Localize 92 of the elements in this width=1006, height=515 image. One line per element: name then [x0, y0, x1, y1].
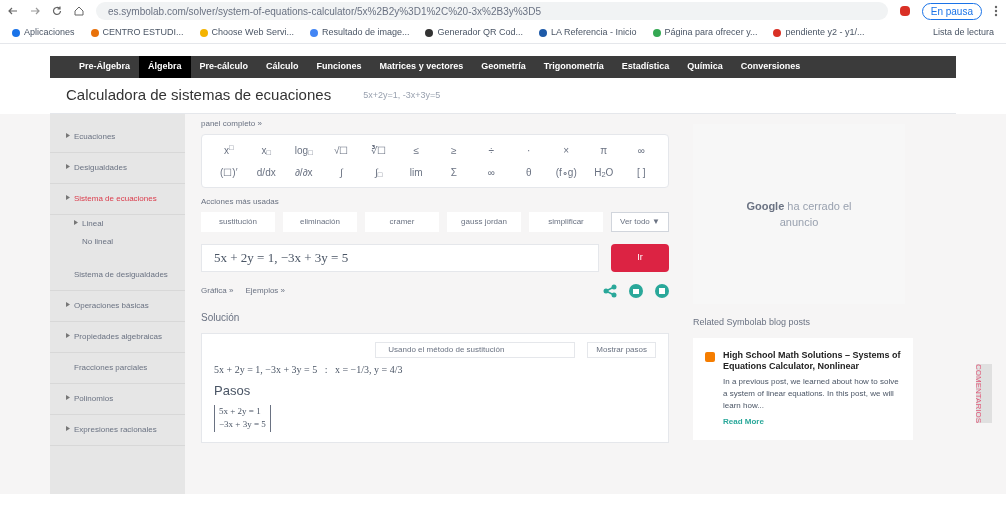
- keypad-key[interactable]: ∫$_{□}$: [360, 164, 398, 180]
- panel-link[interactable]: panel completo »: [201, 118, 669, 130]
- nav-tab[interactable]: Cálculo: [257, 56, 308, 78]
- keypad-key[interactable]: ∫: [322, 164, 360, 180]
- page-subtitle: 5x+2y=1, -3x+3y=5: [363, 88, 441, 102]
- action-button[interactable]: simplificar: [529, 212, 603, 232]
- keypad-key[interactable]: ∛☐: [360, 142, 398, 158]
- blog-icon: [705, 351, 715, 362]
- keypad-key[interactable]: (f∘g): [547, 164, 585, 180]
- dropdown[interactable]: Ver todo ▼: [611, 212, 669, 232]
- blog-title[interactable]: High School Math Solutions – Systems of Equations Calculator, Nonlinear: [723, 349, 901, 372]
- keypad-key[interactable]: Σ: [435, 164, 473, 180]
- steps-heading: Pasos: [214, 382, 252, 400]
- method-dropdown[interactable]: Usando el método de sustitución: [375, 342, 576, 358]
- page-title: Calculadora de sistemas de ecuaciones: [66, 85, 332, 106]
- keypad-key[interactable]: √☐: [322, 142, 360, 158]
- sidebar-item[interactable]: Polinomios: [50, 384, 185, 415]
- keypad-key[interactable]: (☐)′: [210, 164, 248, 180]
- url-text: es.symbolab.com/solver/system-of-equations-calculator/5x%2B2y%3D1%2C%20-3x%2B3y%3D5: [108, 4, 541, 19]
- sidebar-item[interactable]: Expresiones racionales: [50, 415, 185, 446]
- bookmark[interactable]: pendiente y2 - y1/...: [773, 25, 865, 40]
- address-bar[interactable]: es.symbolab.com/solver/system-of-equations-calculator/5x%2B2y%3D1%2C%20-3x%2B3y%3D5: [96, 2, 888, 20]
- matrix-row-text: −3x + 3y = 5: [219, 418, 266, 431]
- keypad-key[interactable]: d/dx: [247, 164, 285, 180]
- keypad-key[interactable]: ×: [547, 142, 585, 158]
- section-heading: Solución: [201, 311, 241, 325]
- keypad-key[interactable]: x$^{□}$: [210, 142, 248, 158]
- bookmark[interactable]: LA Referencia - Inicio: [539, 25, 637, 40]
- keypad-key[interactable]: [ ]: [622, 164, 660, 180]
- sidebar-item[interactable]: Desigualdades: [50, 153, 185, 184]
- blog-excerpt: In a previous post, we learned about how to solve a system of linear equations. In this post, we will learn how...: [723, 375, 900, 412]
- keypad-key[interactable]: log$_{□}$: [285, 142, 323, 158]
- show-steps-button[interactable]: Mostrar pasos: [587, 342, 656, 358]
- extension-icon[interactable]: [899, 6, 910, 16]
- bookmark[interactable]: Generador QR Cod...: [425, 25, 524, 40]
- action-button[interactable]: cramer: [365, 212, 439, 232]
- nav-tab[interactable]: Pre-Álgebra: [70, 56, 140, 78]
- sidebar-item[interactable]: Propiedades algebraicas: [50, 322, 185, 353]
- keypad-key[interactable]: ÷: [472, 142, 510, 158]
- section-label: Acciones más usadas: [201, 196, 280, 208]
- matrix-row-text: 5x + 2y = 1: [219, 404, 262, 418]
- sidebar-item[interactable]: No lineal: [50, 233, 185, 260]
- keypad-key[interactable]: π: [585, 142, 623, 158]
- sidebar-item[interactable]: Fracciones parciales: [50, 353, 185, 384]
- keypad-key[interactable]: x$_{□}$: [247, 142, 285, 158]
- keypad-key[interactable]: ·: [510, 142, 548, 158]
- keypad-key[interactable]: θ: [510, 164, 548, 180]
- menu-icon[interactable]: [994, 5, 998, 17]
- bookmark[interactable]: CENTRO ESTUDI...: [90, 25, 184, 40]
- nav-tab[interactable]: Química: [678, 56, 732, 78]
- nav-tab[interactable]: Funciones: [307, 56, 371, 78]
- ad-text: Google ha cerrado el anuncio: [745, 198, 853, 230]
- keypad-key[interactable]: H$_{2}$O: [585, 164, 623, 180]
- result-text: 5x + 2y = 1, −3x + 3y = 5 : x = −1/3, y = 4/3: [214, 363, 404, 377]
- action-button[interactable]: gauss jordan: [447, 212, 521, 232]
- bookmark[interactable]: Página para ofrecer y...: [652, 25, 758, 40]
- bookmark[interactable]: Resultado de image...: [309, 25, 410, 40]
- sidebar-item[interactable]: Lineal: [50, 215, 185, 233]
- back-icon[interactable]: [8, 6, 18, 16]
- home-icon[interactable]: [74, 6, 84, 16]
- sidebar-item[interactable]: Operaciones básicas: [50, 291, 185, 322]
- keypad-key[interactable]: ∞: [622, 142, 660, 158]
- keypad-key[interactable]: ≤: [397, 142, 435, 158]
- section-heading: Related Symbolab blog posts: [693, 316, 812, 329]
- feedback-tab[interactable]: COMENTARIOS: [976, 364, 992, 423]
- keypad-key[interactable]: lim: [397, 164, 435, 180]
- keypad-key[interactable]: ∞: [472, 164, 510, 180]
- equation-input[interactable]: 5x + 2y = 1, −3x + 3y = 5: [201, 244, 599, 272]
- sidebar-item[interactable]: Ecuaciones: [50, 122, 185, 153]
- share-icon[interactable]: [603, 284, 617, 298]
- bookmark[interactable]: Choose Web Servi...: [199, 25, 294, 40]
- go-button[interactable]: Ir: [611, 244, 669, 272]
- link[interactable]: Gráfica »: [201, 285, 234, 297]
- sidebar-item[interactable]: Sistema de ecuaciones: [50, 184, 185, 215]
- link[interactable]: Ejemplos »: [245, 285, 286, 297]
- reload-icon[interactable]: [52, 6, 62, 16]
- nav-tab[interactable]: Pre-cálculo: [190, 56, 258, 78]
- action-button[interactable]: eliminación: [283, 212, 357, 232]
- keypad-key[interactable]: ≥: [435, 142, 473, 158]
- action-button[interactable]: sustitución: [201, 212, 275, 232]
- bookmark[interactable]: Aplicaciones: [12, 25, 75, 40]
- forward-icon[interactable]: [30, 6, 40, 16]
- nav-tab[interactable]: Conversiones: [731, 56, 810, 78]
- nav-tab[interactable]: Geometría: [472, 56, 535, 78]
- nav-tab[interactable]: Trigonometría: [534, 56, 613, 78]
- nav-tab[interactable]: Álgebra: [139, 56, 191, 78]
- nav-tab[interactable]: Estadística: [612, 56, 679, 78]
- keypad-key[interactable]: ∂/∂x: [285, 164, 323, 180]
- read-more-link[interactable]: Read More: [723, 415, 901, 428]
- reading-list-button[interactable]: Lista de lectura: [932, 25, 994, 40]
- sidebar-item[interactable]: Sistema de desigualdades: [50, 260, 185, 291]
- nav-tab[interactable]: Matrices y vectores: [370, 56, 473, 78]
